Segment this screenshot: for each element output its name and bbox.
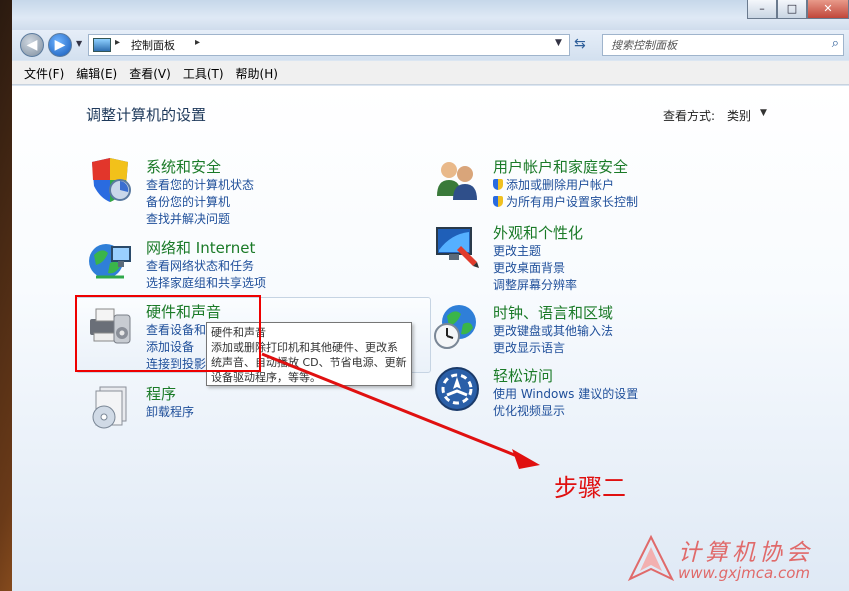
category-link[interactable]: 更改桌面背景 xyxy=(493,260,577,277)
refresh-icon[interactable]: ⇆ xyxy=(574,36,586,52)
category-link[interactable]: 更改显示语言 xyxy=(493,340,613,357)
category-link[interactable]: 添加或删除用户帐户 xyxy=(493,177,638,194)
control-panel-window: – □ ✕ ◀ ▶ ▼ ▸ 控制面板 ▸ ▼ ⇆ ⌕ 文件(F) 编辑(E) 查… xyxy=(12,0,849,591)
control-panel-icon xyxy=(93,38,111,52)
annotation-highlight-box xyxy=(75,295,261,372)
watermark-url: www.gxjmca.com xyxy=(678,564,811,582)
caption-buttons: – □ ✕ xyxy=(747,0,849,20)
category-link[interactable]: 查看您的计算机状态 xyxy=(146,177,254,194)
ease-of-access-icon[interactable] xyxy=(433,365,481,413)
category-link[interactable]: 选择家庭组和共享选项 xyxy=(146,275,266,292)
maximize-button[interactable]: □ xyxy=(777,0,807,19)
users-icon[interactable] xyxy=(433,156,481,204)
category-title[interactable]: 时钟、语言和区域 xyxy=(493,302,613,323)
category-link[interactable]: 为所有用户设置家长控制 xyxy=(493,194,638,211)
menu-view[interactable]: 查看(V) xyxy=(123,61,177,84)
category-link[interactable]: 调整屏幕分辨率 xyxy=(493,277,577,294)
category-link-text: 添加或删除用户帐户 xyxy=(506,178,615,192)
menu-file[interactable]: 文件(F) xyxy=(18,61,70,84)
uac-shield-icon xyxy=(493,196,503,207)
chevron-right-icon[interactable]: ▸ xyxy=(195,37,200,48)
recent-pages-dropdown[interactable]: ▼ xyxy=(76,39,82,48)
category-link[interactable]: 卸载程序 xyxy=(146,404,194,421)
address-dropdown-icon[interactable]: ▼ xyxy=(555,38,562,48)
back-button[interactable]: ◀ xyxy=(20,33,44,57)
menu-bar: 文件(F) 编辑(E) 查看(V) 工具(T) 帮助(H) xyxy=(12,61,849,85)
menu-edit[interactable]: 编辑(E) xyxy=(70,61,123,84)
chevron-right-icon[interactable]: ▸ xyxy=(115,37,120,48)
programs-disc-icon[interactable] xyxy=(86,383,134,431)
category-link[interactable]: 更改键盘或其他输入法 xyxy=(493,323,613,340)
shield-icon[interactable] xyxy=(86,156,134,204)
clock-globe-icon[interactable] xyxy=(433,302,481,350)
monitor-paint-icon[interactable] xyxy=(433,222,481,270)
category-title[interactable]: 网络和 Internet xyxy=(146,237,255,258)
main-content: 调整计算机的设置 查看方式: 类别 ▼ 系统和安全 查看您的计算机状态 备份您的… xyxy=(12,86,849,591)
breadcrumb-control-panel[interactable]: 控制面板 xyxy=(131,37,175,53)
search-input[interactable] xyxy=(609,36,821,54)
menu-help[interactable]: 帮助(H) xyxy=(230,61,284,84)
watermark-title: 计算机协会 xyxy=(678,540,813,566)
title-bar: – □ ✕ xyxy=(12,0,849,30)
navigation-bar: ◀ ▶ ▼ ▸ 控制面板 ▸ ▼ ⇆ ⌕ xyxy=(12,30,849,60)
category-link-text: 为所有用户设置家长控制 xyxy=(506,195,639,209)
category-title[interactable]: 系统和安全 xyxy=(146,156,221,177)
category-link[interactable]: 备份您的计算机 xyxy=(146,194,254,211)
watermark-logo-icon xyxy=(627,534,675,582)
category-title[interactable]: 外观和个性化 xyxy=(493,222,583,243)
minimize-button[interactable]: – xyxy=(747,0,777,19)
search-box[interactable]: ⌕ xyxy=(602,34,844,56)
category-link[interactable]: 使用 Windows 建议的设置 xyxy=(493,386,638,403)
view-by-dropdown-icon[interactable]: ▼ xyxy=(760,108,767,118)
search-icon[interactable]: ⌕ xyxy=(832,36,839,51)
globe-network-icon[interactable] xyxy=(86,237,134,285)
page-title: 调整计算机的设置 xyxy=(86,106,207,124)
category-title[interactable]: 程序 xyxy=(146,383,176,404)
menu-tools[interactable]: 工具(T) xyxy=(177,61,230,84)
annotation-step-label: 步骤二 xyxy=(554,474,626,502)
forward-button[interactable]: ▶ xyxy=(48,33,72,57)
category-link[interactable]: 查看网络状态和任务 xyxy=(146,258,266,275)
view-by-label: 查看方式: xyxy=(663,109,716,123)
uac-shield-icon xyxy=(493,179,503,190)
close-button[interactable]: ✕ xyxy=(807,0,849,19)
category-title[interactable]: 轻松访问 xyxy=(493,365,553,386)
category-link[interactable]: 更改主题 xyxy=(493,243,577,260)
view-by-select[interactable]: 类别 xyxy=(727,107,751,124)
category-link[interactable]: 查找并解决问题 xyxy=(146,211,254,228)
category-link[interactable]: 优化视频显示 xyxy=(493,403,638,420)
address-bar[interactable]: ▸ 控制面板 ▸ ▼ xyxy=(88,34,570,56)
category-title[interactable]: 用户帐户和家庭安全 xyxy=(493,156,628,177)
watermark: 计算机协会 www.gxjmca.com xyxy=(626,531,846,591)
